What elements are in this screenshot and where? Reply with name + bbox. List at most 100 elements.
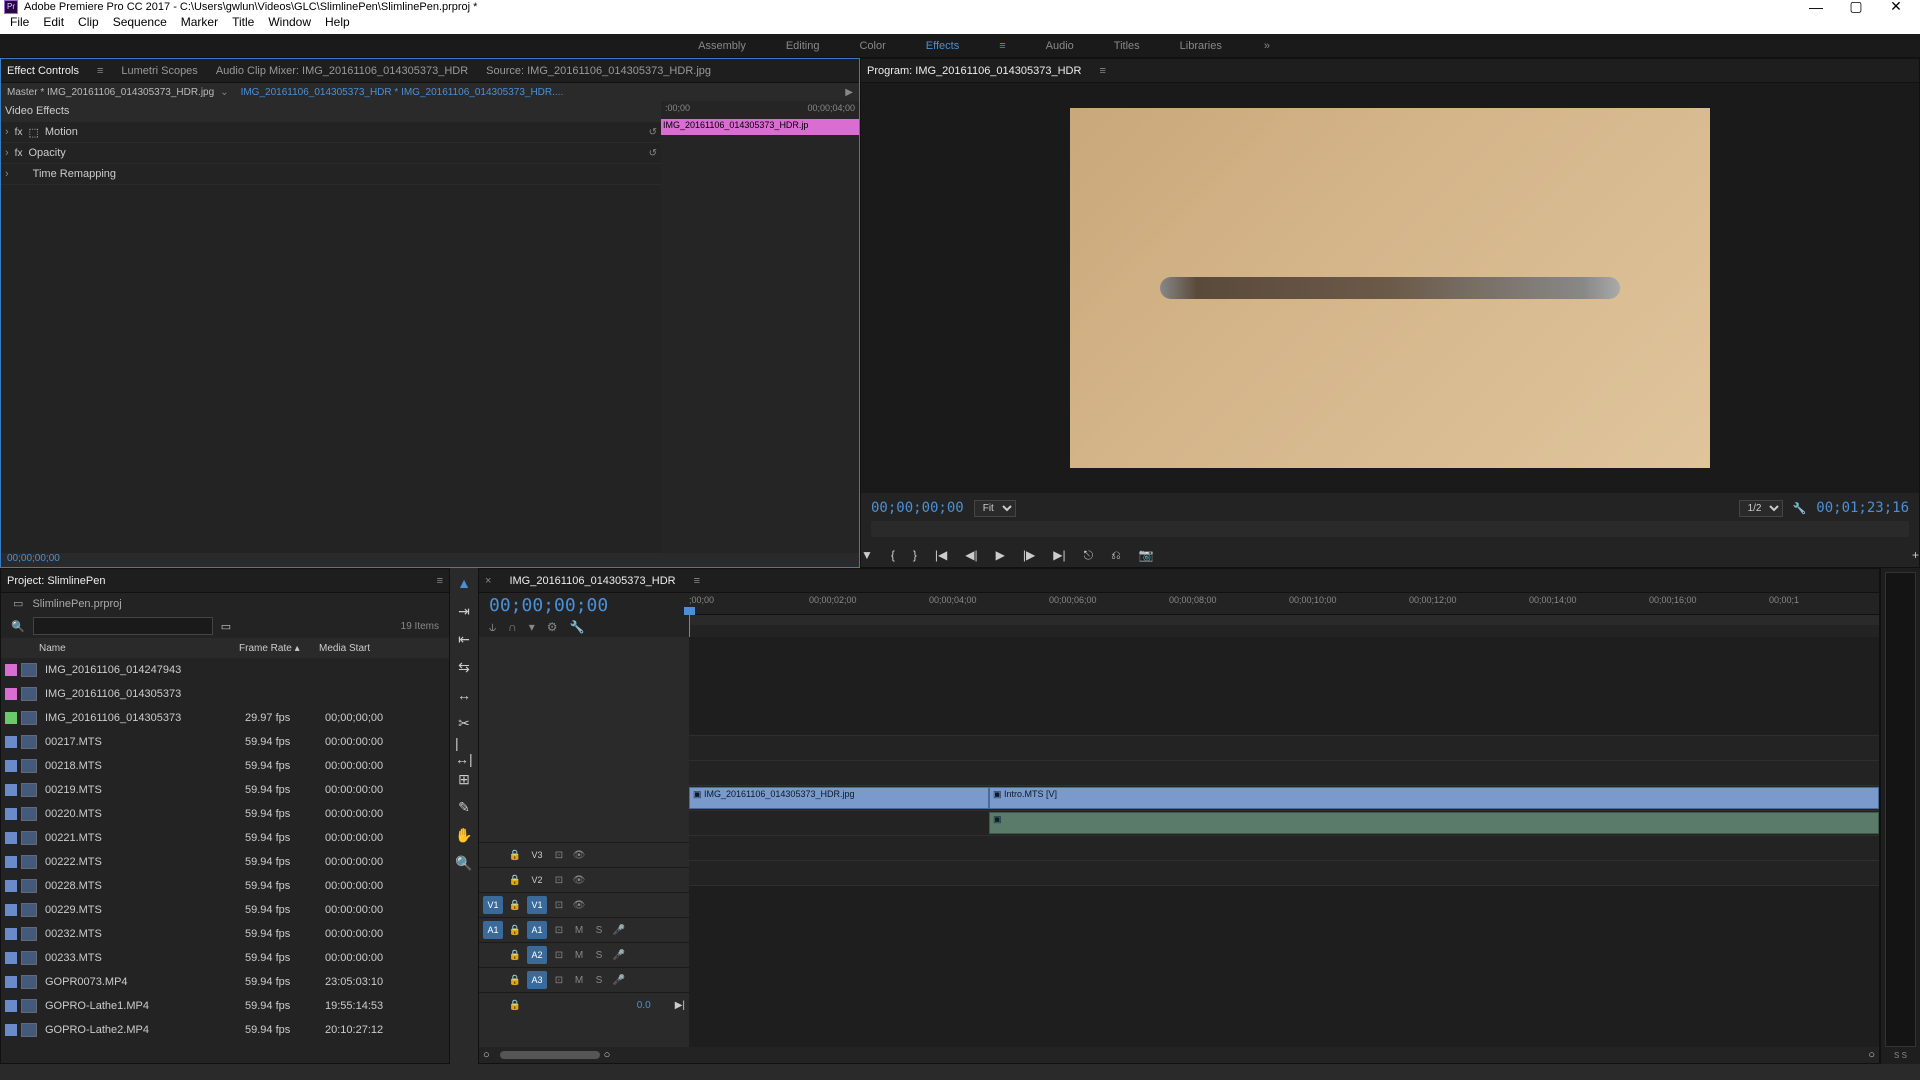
ec-footer-timecode[interactable]: 00;00;00;00 — [1, 553, 859, 567]
reset-icon[interactable]: ↺ — [649, 127, 657, 138]
rate-stretch-tool-icon[interactable]: ↔ — [455, 686, 473, 704]
snap-icon[interactable]: ⫝ — [489, 620, 496, 635]
zoom-tool-icon[interactable]: 🔍 — [455, 854, 473, 872]
audio-meter[interactable] — [1885, 572, 1916, 1047]
program-current-timecode[interactable]: 00;00;00;00 — [871, 500, 964, 516]
timeline-zoom-value[interactable]: 0.0 — [637, 1000, 651, 1011]
hand-tool-icon[interactable]: ✋ — [455, 826, 473, 844]
clip-label-color[interactable] — [5, 1000, 17, 1012]
project-item-row[interactable]: 00228.MTS59.94 fps00:00:00:00 — [1, 874, 449, 898]
close-sequence-icon[interactable]: × — [485, 575, 491, 587]
timeline-panel-menu-icon[interactable]: ≡ — [694, 575, 700, 587]
workspace-libraries[interactable]: Libraries — [1180, 40, 1222, 52]
menu-edit[interactable]: Edit — [43, 15, 64, 32]
clip-label-color[interactable] — [5, 976, 17, 988]
clip-label-color[interactable] — [5, 688, 17, 700]
program-scrubber[interactable] — [871, 521, 1909, 537]
project-item-row[interactable]: 00218.MTS59.94 fps00:00:00:00 — [1, 754, 449, 778]
project-item-row[interactable]: 00221.MTS59.94 fps00:00:00:00 — [1, 826, 449, 850]
track-lane-a1[interactable]: ▣ — [689, 810, 1879, 835]
clip-label-color[interactable] — [5, 784, 17, 796]
scroll-end-icon[interactable]: ○ — [1868, 1049, 1875, 1061]
track-lane-v3[interactable] — [689, 735, 1879, 760]
razor-tool-icon[interactable]: ✂ — [455, 714, 473, 732]
track-lane-v2[interactable] — [689, 760, 1879, 785]
add-marker-icon[interactable]: ▾ — [529, 620, 535, 635]
track-lane-master[interactable] — [689, 885, 1879, 910]
col-header-mediastart[interactable]: Media Start — [319, 643, 419, 654]
play-icon[interactable]: ▶ — [996, 548, 1005, 562]
clip-label-color[interactable] — [5, 832, 17, 844]
ec-clip-breadcrumb[interactable]: IMG_20161106_014305373_HDR * IMG_2016110… — [241, 87, 564, 98]
tab-sequence[interactable]: IMG_20161106_014305373_HDR — [509, 575, 675, 587]
toggle-output-icon[interactable]: 👁 — [571, 900, 587, 911]
col-header-name[interactable]: Name — [39, 643, 239, 654]
timeline-settings-icon[interactable]: ⚙ — [547, 620, 558, 635]
tab-effect-controls[interactable]: Effect Controls — [7, 65, 79, 77]
program-panel-menu-icon[interactable]: ≡ — [1099, 65, 1105, 77]
voiceover-icon[interactable]: 🎤 — [611, 975, 627, 986]
tab-audio-clip-mixer[interactable]: Audio Clip Mixer: IMG_20161106_014305373… — [216, 65, 468, 77]
lock-icon[interactable]: 🔒 — [507, 875, 523, 886]
rolling-edit-tool-icon[interactable]: ⇆ — [455, 658, 473, 676]
add-marker-icon[interactable]: ▼ — [861, 548, 873, 562]
reset-icon[interactable]: ↺ — [649, 148, 657, 159]
mark-in-icon[interactable]: { — [891, 548, 895, 562]
scroll-handle-right-icon[interactable]: ○ — [604, 1049, 611, 1061]
tab-project[interactable]: Project: SlimlinePen — [7, 575, 105, 587]
twirl-icon[interactable]: › — [5, 147, 9, 159]
menu-file[interactable]: File — [10, 15, 29, 32]
voiceover-icon[interactable]: 🎤 — [611, 925, 627, 936]
lock-icon[interactable]: 🔒 — [507, 925, 523, 936]
twirl-icon[interactable]: › — [5, 168, 9, 180]
track-lane-v1[interactable]: ▣ IMG_20161106_014305373_HDR.jpg ▣ Intro… — [689, 785, 1879, 810]
motion-transform-icon[interactable]: ⬚ — [28, 126, 38, 139]
menu-marker[interactable]: Marker — [181, 15, 218, 32]
workspace-menu-icon[interactable]: ≡ — [999, 40, 1005, 52]
selection-tool-icon[interactable]: ▲ — [455, 574, 473, 592]
project-item-row[interactable]: IMG_20161106_014247943 — [1, 658, 449, 682]
slide-tool-icon[interactable]: ⊞ — [455, 770, 473, 788]
timeline-audio-clip[interactable]: ▣ — [989, 812, 1879, 834]
timeline-clip[interactable]: ▣ IMG_20161106_014305373_HDR.jpg — [689, 787, 989, 809]
clip-label-color[interactable] — [5, 736, 17, 748]
workspace-color[interactable]: Color — [859, 40, 885, 52]
timeline-clip[interactable]: ▣ Intro.MTS [V] — [989, 787, 1879, 809]
chevron-down-icon[interactable]: ⌄ — [220, 87, 228, 98]
tab-source-monitor[interactable]: Source: IMG_20161106_014305373_HDR.jpg — [486, 65, 711, 77]
project-item-row[interactable]: GOPR0073.MP459.94 fps23:05:03:10 — [1, 970, 449, 994]
menu-clip[interactable]: Clip — [78, 15, 99, 32]
workspace-effects[interactable]: Effects — [926, 40, 959, 52]
project-item-list[interactable]: IMG_20161106_014247943IMG_20161106_01430… — [1, 658, 449, 1063]
new-bin-icon[interactable]: ▭ — [221, 620, 231, 633]
timeline-ruler[interactable]: ;00;0000;00;02;0000;00;04;0000;00;06;000… — [689, 593, 1879, 615]
program-viewer[interactable] — [861, 83, 1919, 493]
ec-play-icon[interactable]: ▶ — [845, 87, 853, 98]
workspace-audio[interactable]: Audio — [1046, 40, 1074, 52]
track-target-v3[interactable]: V3 — [527, 846, 547, 864]
workspace-assembly[interactable]: Assembly — [698, 40, 746, 52]
source-patch-v1[interactable]: V1 — [483, 896, 503, 914]
settings-wrench-icon[interactable]: 🔧 — [1793, 502, 1807, 515]
project-search-input[interactable] — [33, 617, 213, 635]
sync-lock-icon[interactable]: ⊡ — [551, 875, 567, 886]
sync-lock-icon[interactable]: ⊡ — [551, 850, 567, 861]
project-item-row[interactable]: 00219.MTS59.94 fps00:00:00:00 — [1, 778, 449, 802]
fx-badge-icon[interactable]: fx — [15, 148, 23, 159]
timeline-tracks-area[interactable]: ▣ IMG_20161106_014305373_HDR.jpg ▣ Intro… — [689, 637, 1879, 1047]
project-item-row[interactable]: 00222.MTS59.94 fps00:00:00:00 — [1, 850, 449, 874]
toggle-output-icon[interactable]: 👁 — [571, 875, 587, 886]
linked-selection-icon[interactable]: ∩ — [508, 620, 517, 635]
mark-out-icon[interactable]: } — [913, 548, 917, 562]
menu-window[interactable]: Window — [268, 15, 311, 32]
project-item-row[interactable]: 00220.MTS59.94 fps00:00:00:00 — [1, 802, 449, 826]
program-zoom-select[interactable]: Fit — [974, 500, 1016, 517]
scroll-thumb[interactable] — [500, 1051, 600, 1059]
ec-mini-clip[interactable]: IMG_20161106_014305373_HDR.jp — [661, 119, 859, 135]
project-item-row[interactable]: GOPRO-Lathe1.MP459.94 fps19:55:14:53 — [1, 994, 449, 1018]
track-target-a2[interactable]: A2 — [527, 946, 547, 964]
slip-tool-icon[interactable]: |↔| — [455, 742, 473, 760]
timeline-playhead-area[interactable] — [689, 615, 1879, 625]
lock-icon[interactable]: 🔒 — [507, 975, 523, 986]
solo-icon[interactable]: S — [591, 975, 607, 986]
